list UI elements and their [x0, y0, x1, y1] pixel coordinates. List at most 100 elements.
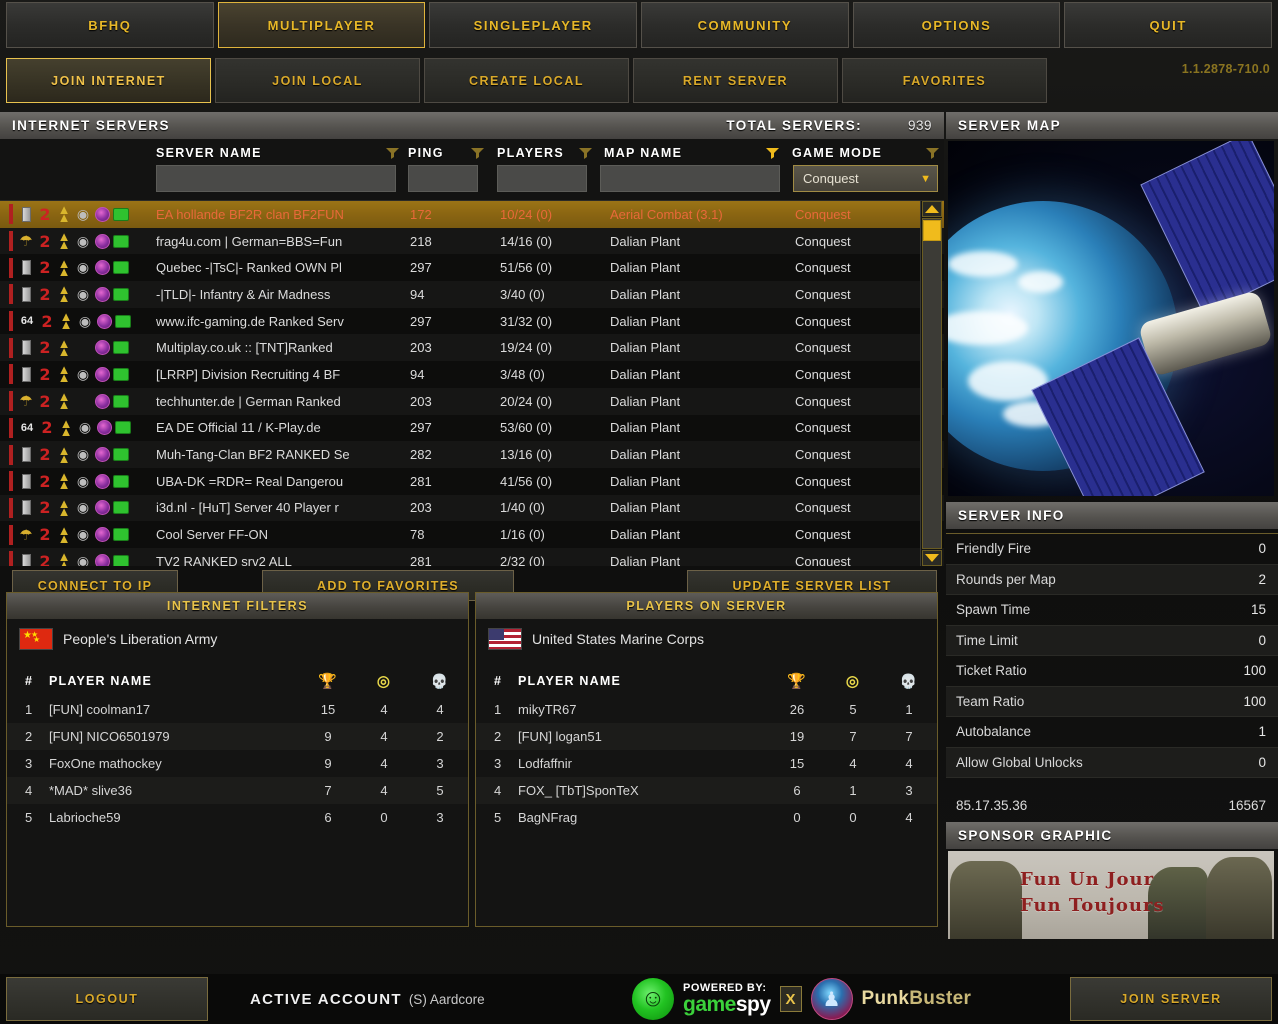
- voip-headset-icon: ◉: [76, 365, 90, 382]
- nav-community[interactable]: COMMUNITY: [641, 2, 849, 48]
- table-row[interactable]: 2 ▲ ▲ ◉ -|TLD|- Infantry & Air Madness 94 3/40…: [0, 281, 944, 308]
- table-row[interactable]: 64 2 ▲ ▲ ◉ EA DE Official 11 / K-Play.de 297 53…: [0, 415, 944, 442]
- table-row[interactable]: 2 ▲ ▲ Multiplay.co.uk :: [TNT]Ranked 203 19/2…: [0, 334, 944, 362]
- bf2-version-icon: 2: [41, 311, 53, 331]
- map-name-cell: Dalian Plant: [610, 393, 681, 409]
- punkbuster-enabled-icon: [94, 286, 110, 302]
- row-status-bar: [9, 284, 13, 305]
- subnav-join-local[interactable]: JOIN LOCAL: [215, 58, 420, 103]
- sort-icon-players[interactable]: [578, 147, 593, 161]
- logout-button[interactable]: LOGOUT: [6, 977, 208, 1021]
- filter-input-server-name[interactable]: [156, 165, 396, 192]
- scroll-down-button[interactable]: [922, 550, 942, 566]
- column-header-map-name[interactable]: MAP NAME: [604, 146, 682, 160]
- table-row[interactable]: 2 ▲ ▲ ◉ [LRRP] Division Recruiting 4 BF 94 3/4…: [0, 361, 944, 388]
- player-score: 9: [324, 729, 332, 744]
- scrollbar-thumb[interactable]: [923, 220, 941, 241]
- server-name-cell: UBA-DK =RDR= Real Dangerou: [156, 473, 344, 489]
- server-info-row: Spawn Time 15: [946, 595, 1278, 626]
- table-row[interactable]: 2 ▲ ▲ ◉ UBA-DK =RDR= Real Dangerou 281 41/56 (…: [0, 468, 944, 495]
- column-header-ping[interactable]: PING: [408, 146, 444, 160]
- nav-bfhq[interactable]: BFHQ: [6, 2, 214, 48]
- col-player-name-pla: PLAYER NAME: [49, 674, 153, 688]
- nav-multiplayer[interactable]: MULTIPLAYER: [217, 2, 426, 48]
- scroll-up-button[interactable]: [922, 201, 942, 217]
- sponsor-text: Fun Un Jour Fun Toujours: [1020, 867, 1165, 919]
- table-row[interactable]: 2 ▲ ▲ ◉ i3d.nl - [HuT] Server 40 Player r 203…: [0, 494, 944, 522]
- server-name-cell: TV2 RANKED srv2 ALL: [156, 553, 292, 566]
- server-name-cell: Quebec -|TsC|- Ranked OWN Pl: [156, 260, 342, 276]
- subnav-create-local[interactable]: CREATE LOCAL: [424, 58, 629, 103]
- table-row[interactable]: ☂ 2 ▲ ▲ techhunter.de | German Ranked 203 20/2…: [0, 387, 944, 415]
- sort-icon-map-name-active[interactable]: [765, 147, 780, 161]
- game-mode-cell: Conquest: [795, 366, 851, 382]
- table-row[interactable]: ☂ 2 ▲ ▲ ◉ frag4u.com | German=BBS=Fun 218 14/16…: [0, 227, 944, 255]
- column-header-server-name[interactable]: SERVER NAME: [156, 146, 262, 160]
- ranked-chevrons-icon: ▲ ▲: [57, 229, 71, 253]
- slots-bar-icon: [18, 286, 34, 302]
- subnav-join-internet[interactable]: JOIN INTERNET: [6, 58, 211, 103]
- table-row[interactable]: ☂ 2 ▲ ▲ ◉ Cool Server FF-ON 78 1/16 (0) Dalian P…: [0, 521, 944, 548]
- players-on-server-panel: PLAYERS ON SERVER United States Marine C…: [475, 592, 938, 927]
- server-list[interactable]: 2 ▲ ▲ ◉ EA hollande BF2R clan BF2FUN 172 10/24…: [0, 201, 944, 566]
- nav-options[interactable]: OPTIONS: [852, 2, 1061, 48]
- col-player-name-usmc: PLAYER NAME: [518, 674, 622, 688]
- voip-headset-icon: ◉: [76, 526, 90, 543]
- punkbuster-enabled-icon: [94, 206, 110, 222]
- ping-cell: 297: [410, 420, 432, 436]
- dedicated-server-icon: [113, 233, 129, 249]
- sponsor-graphic-image: Fun Un Jour Fun Toujours: [948, 851, 1274, 939]
- ranked-chevrons-icon: ▲ ▲: [57, 255, 71, 279]
- subnav-rent-server[interactable]: RENT SERVER: [633, 58, 838, 103]
- server-info-value: 0: [1258, 632, 1266, 648]
- sort-icon-game-mode[interactable]: [925, 147, 940, 161]
- filter-input-ping[interactable]: [408, 165, 478, 192]
- join-server-button[interactable]: JOIN SERVER: [1070, 977, 1272, 1021]
- filter-input-map-name[interactable]: [600, 165, 780, 192]
- table-row[interactable]: 2 ▲ ▲ ◉ Quebec -|TsC|- Ranked OWN Pl 297 51/56…: [0, 254, 944, 281]
- dedicated-server-icon: [113, 206, 129, 222]
- subnav-favorites[interactable]: FAVORITES: [842, 58, 1047, 103]
- table-row[interactable]: 2 ▲ ▲ ◉ EA hollande BF2R clan BF2FUN 172 10/24…: [0, 201, 944, 228]
- usmc-player-rows: 1 mikyTR67 26 5 1 2 [FUN] logan51 19 7 7 3 Lodfaffn…: [476, 696, 937, 831]
- game-mode-cell: Conquest: [795, 527, 851, 543]
- slots-bar-icon: [18, 500, 34, 516]
- ping-cell: 203: [410, 500, 432, 516]
- sort-icon-server-name[interactable]: [385, 147, 400, 161]
- players-cell: 2/32 (0): [500, 553, 545, 566]
- table-row[interactable]: 2 ▲ ▲ ◉ TV2 RANKED srv2 ALL 281 2/32 (0) Dalian…: [0, 547, 944, 566]
- table-row[interactable]: 2 ▲ ▲ ◉ Muh-Tang-Clan BF2 RANKED Se 282 13/16 …: [0, 441, 944, 468]
- table-row[interactable]: 64 2 ▲ ▲ ◉ www.ifc-gaming.de Ranked Serv 297 31…: [0, 308, 944, 335]
- server-info-row: Ticket Ratio 100: [946, 656, 1278, 687]
- ping-cell: 203: [410, 340, 432, 356]
- nav-quit[interactable]: QUIT: [1064, 2, 1273, 48]
- pla-player-rows: 1 [FUN] coolman17 15 4 4 2 [FUN] NICO6501979 9 4…: [7, 696, 468, 831]
- filter-input-players[interactable]: [497, 165, 587, 192]
- list-item: 2 [FUN] logan51 19 7 7: [476, 723, 937, 750]
- dedicated-server-icon: [115, 420, 131, 436]
- punkbuster-enabled-icon: [94, 393, 110, 409]
- server-info-value: 0: [1258, 754, 1266, 770]
- voip-headset-icon: ◉: [78, 419, 92, 436]
- column-header-players[interactable]: PLAYERS: [497, 146, 564, 160]
- players-cell: 51/56 (0): [500, 260, 553, 276]
- players-cell: 3/40 (0): [500, 286, 545, 302]
- column-header-game-mode[interactable]: GAME MODE: [792, 146, 882, 160]
- player-score: 0: [793, 810, 801, 825]
- server-info-value: 100: [1243, 693, 1266, 709]
- scrollbar-track[interactable]: [922, 218, 942, 549]
- server-info-value: 0: [1258, 541, 1266, 557]
- sort-icon-ping[interactable]: [470, 147, 485, 161]
- row-icons: 2 ▲ ▲ ◉: [18, 470, 140, 491]
- player-score: 6: [324, 810, 332, 825]
- players-cell: 41/56 (0): [500, 473, 553, 489]
- nav-singleplayer[interactable]: SINGLEPLAYER: [429, 2, 638, 48]
- triangle-down-icon: [925, 554, 939, 562]
- filter-select-game-mode[interactable]: Conquest ▼: [793, 165, 938, 192]
- punkbuster-buster-text: Buster: [909, 988, 972, 1009]
- list-item: 3 FoxOne mathockey 9 4 3: [7, 750, 468, 777]
- server-list-scrollbar[interactable]: [920, 201, 942, 566]
- game-mode-cell: Conquest: [795, 473, 851, 489]
- punkbuster-punk-text: Punk: [861, 988, 910, 1009]
- ranked-chevrons-icon: ▲ ▲: [57, 549, 71, 566]
